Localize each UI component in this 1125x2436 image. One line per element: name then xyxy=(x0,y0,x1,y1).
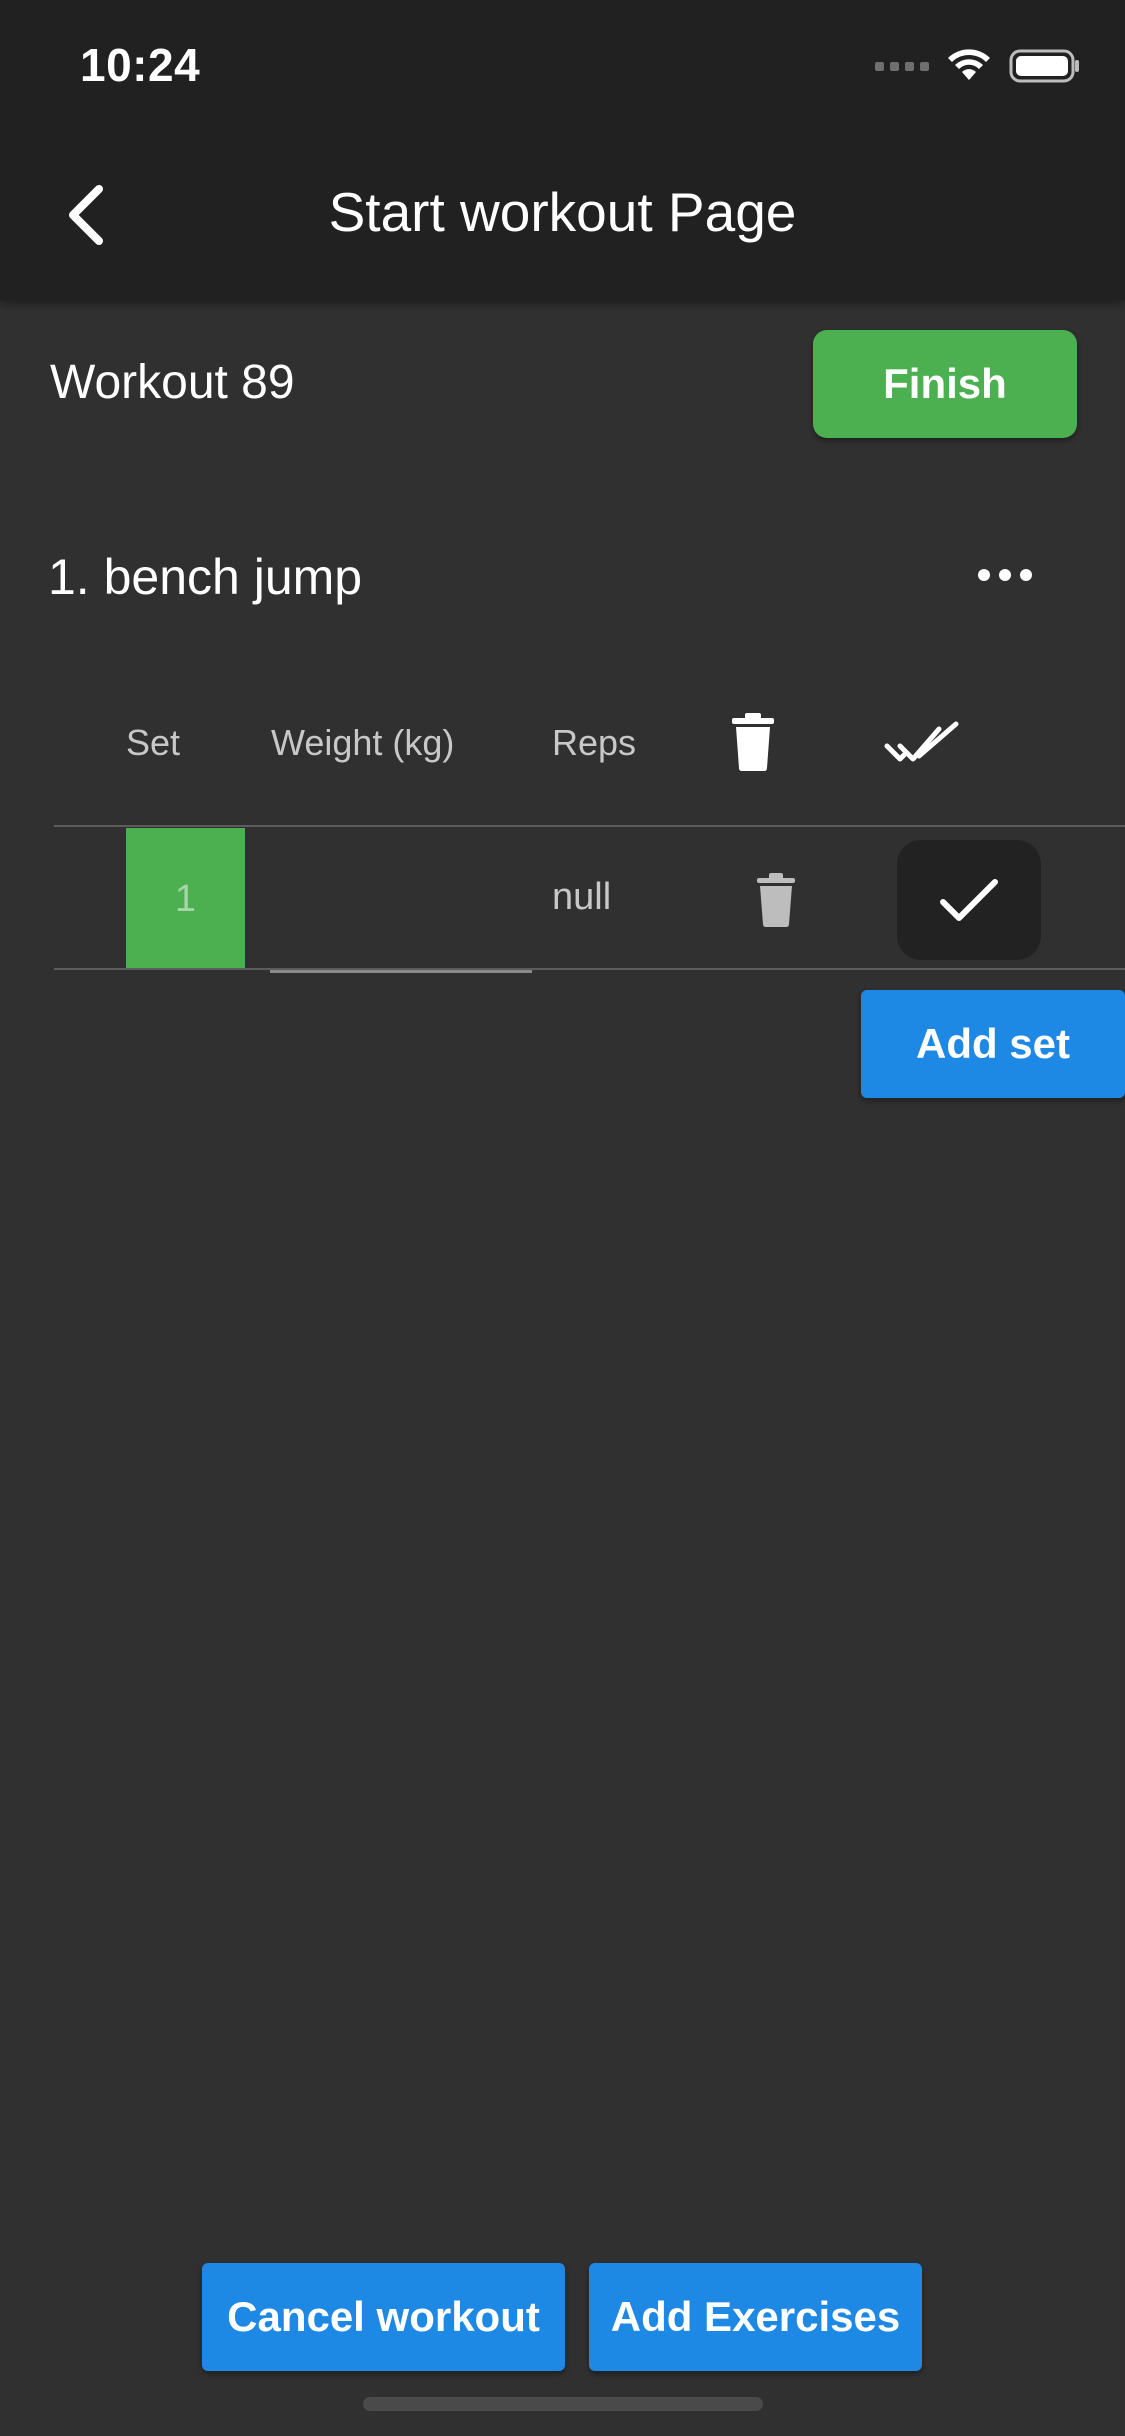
check-icon xyxy=(940,879,998,921)
weight-input[interactable] xyxy=(270,840,532,973)
more-horizontal-icon xyxy=(978,569,990,581)
start-workout-screen: 10:24 Start workout Page Workout 89 Fini… xyxy=(0,0,1125,2436)
complete-set-button[interactable] xyxy=(897,840,1041,960)
header-reps: Reps xyxy=(552,722,637,763)
trash-icon[interactable] xyxy=(755,872,797,928)
cancel-workout-button[interactable]: Cancel workout xyxy=(202,2263,565,2371)
exercise-name: 1. bench jump xyxy=(48,549,363,605)
add-exercises-button[interactable]: Add Exercises xyxy=(589,2263,922,2371)
home-indicator[interactable] xyxy=(363,2397,763,2411)
page-title: Start workout Page xyxy=(328,181,797,243)
more-options-button[interactable] xyxy=(960,540,1050,610)
battery-icon xyxy=(1009,49,1079,83)
delete-all-trash-icon[interactable] xyxy=(730,712,776,772)
table-divider-bottom xyxy=(54,968,1125,970)
header-set: Set xyxy=(126,722,181,763)
app-bar: 10:24 Start workout Page xyxy=(0,0,1125,300)
status-time: 10:24 xyxy=(80,39,201,91)
reps-value[interactable]: null xyxy=(552,876,611,919)
header-weight: Weight (kg) xyxy=(271,722,455,763)
add-set-button[interactable]: Add set xyxy=(861,990,1125,1098)
cellular-signal-icon xyxy=(875,61,929,71)
double-check-icon[interactable] xyxy=(884,720,960,768)
wifi-icon xyxy=(948,49,990,80)
set-number-cell[interactable]: 1 xyxy=(126,828,245,970)
status-icons xyxy=(875,48,1081,84)
table-divider-top xyxy=(54,825,1125,827)
workout-name: Workout 89 xyxy=(50,356,295,409)
finish-button[interactable]: Finish xyxy=(813,330,1077,438)
